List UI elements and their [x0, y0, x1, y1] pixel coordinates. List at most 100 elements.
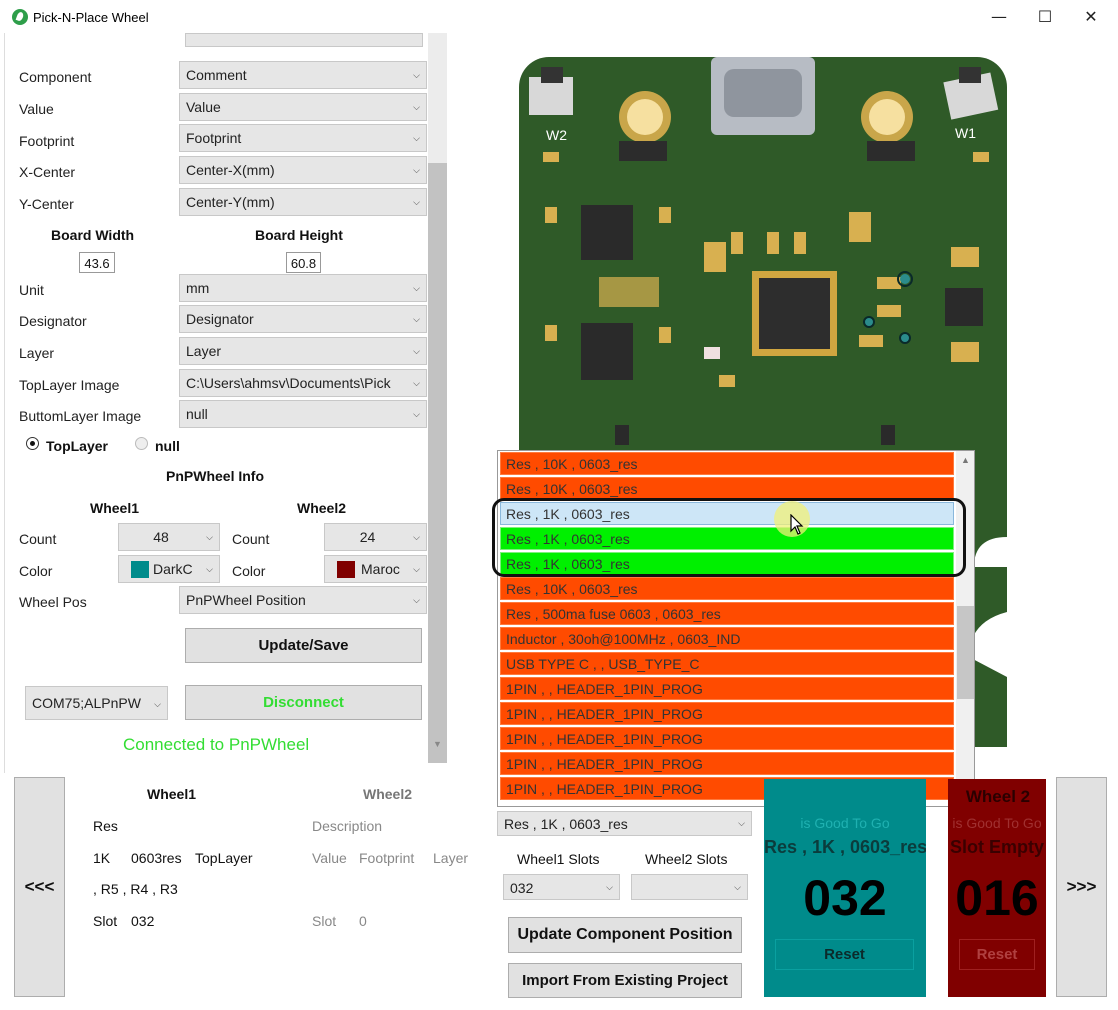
chevron-down-icon: ⌵ — [154, 699, 161, 709]
bottom-wheel2-heading: Wheel2 — [363, 786, 413, 802]
wheel2-count-value: 24 — [359, 529, 376, 545]
wheel2-color-select[interactable]: Maroc ⌵ — [324, 555, 427, 583]
settings-scrollbar[interactable]: ▼ — [428, 33, 447, 763]
wheel2-card-status: is Good To Go — [952, 815, 1042, 831]
wheel1-footprint: 0603res — [131, 850, 182, 866]
scrolled-combo[interactable] — [185, 33, 423, 47]
component — [867, 141, 915, 161]
test-point — [899, 332, 911, 344]
wheel1-count-select[interactable]: 48 ⌵ — [118, 523, 220, 551]
wheel-pos-select[interactable]: PnPWheel Position ⌵ — [179, 586, 427, 614]
list-item[interactable]: 1PIN , , HEADER_1PIN_PROG — [500, 727, 954, 750]
connection-status: Connected to PnPWheel — [123, 735, 310, 754]
wheel1-value: 1K — [93, 850, 111, 866]
wheel1-slots-select[interactable]: 032 ⌵ — [503, 874, 620, 900]
switch-knob — [541, 67, 563, 83]
board-width-input[interactable]: 43.6 — [79, 252, 115, 273]
wheel-pos-label: Wheel Pos — [19, 594, 87, 610]
chevron-down-icon: ⌵ — [413, 165, 420, 175]
scrollbar-thumb[interactable] — [957, 606, 974, 699]
wheel2-reset-button[interactable]: Reset — [959, 939, 1035, 970]
radio-toplayer[interactable] — [26, 437, 39, 450]
update-save-button[interactable]: Update/Save — [185, 628, 422, 663]
wheel2-count-select[interactable]: 24 ⌵ — [324, 523, 427, 551]
chevron-down-icon: ⌵ — [606, 882, 613, 892]
list-item[interactable]: 1PIN , , HEADER_1PIN_PROG — [500, 702, 954, 725]
chevron-down-icon: ⌵ — [413, 314, 420, 324]
ycenter-select[interactable]: Center-Y(mm) ⌵ — [179, 188, 427, 216]
designator-select[interactable]: Designator ⌵ — [179, 305, 427, 333]
chevron-down-icon: ⌵ — [413, 346, 420, 356]
layer-select[interactable]: Layer ⌵ — [179, 337, 427, 365]
list-item[interactable]: Inductor , 30oh@100MHz , 0603_IND — [500, 627, 954, 650]
value-select[interactable]: Value ⌵ — [179, 93, 427, 121]
wheel1-status-card: is Good To Go Res , 1K , 0603_res 032 Re… — [764, 779, 926, 997]
component-label: Component — [19, 69, 92, 85]
chevron-down-icon: ⌵ — [413, 595, 420, 605]
wheel1-slot-label: Slot — [93, 913, 118, 929]
com-port-select[interactable]: COM75;ALPnPW ⌵ — [25, 686, 168, 720]
xcenter-select-value: Center-X(mm) — [186, 162, 275, 178]
component — [973, 152, 989, 162]
designator-select-value: Designator — [186, 311, 254, 327]
chevron-down-icon: ⌵ — [413, 197, 420, 207]
ic-chip — [581, 323, 633, 380]
list-item[interactable]: 1PIN , , HEADER_1PIN_PROG — [500, 677, 954, 700]
component — [877, 305, 901, 317]
unit-select[interactable]: mm ⌵ — [179, 274, 427, 302]
component — [704, 347, 720, 359]
update-position-button[interactable]: Update Component Position — [508, 917, 742, 953]
ic-chip — [945, 288, 983, 326]
component — [659, 327, 671, 343]
wheel1-reset-button[interactable]: Reset — [775, 939, 914, 970]
xcenter-label: X-Center — [19, 164, 76, 180]
scrollbar-thumb[interactable] — [428, 163, 447, 763]
designator-label: Designator — [19, 313, 87, 329]
list-item[interactable]: USB TYPE C , , USB_TYPE_C — [500, 652, 954, 675]
radio-null[interactable] — [135, 437, 148, 450]
wheel2-color-label: Color — [232, 563, 266, 579]
selection-highlight — [492, 498, 966, 577]
pnp-info-heading: PnPWheel Info — [166, 468, 264, 484]
component-select-closed[interactable]: Res , 1K , 0603_res ⌵ — [497, 811, 752, 836]
chevron-down-icon: ⌵ — [413, 133, 420, 143]
xcenter-select[interactable]: Center-X(mm) ⌵ — [179, 156, 427, 184]
wheel1-color-value: DarkC — [153, 561, 193, 577]
mcu-chip — [759, 278, 830, 349]
wheel2-slots-label: Wheel2 Slots — [645, 851, 728, 867]
prev-button[interactable]: <<< — [14, 777, 65, 997]
chevron-down-icon: ⌵ — [413, 378, 420, 388]
scroll-down-icon[interactable]: ▼ — [433, 739, 442, 749]
disconnect-button[interactable]: Disconnect — [185, 685, 422, 720]
cursor-icon — [790, 514, 804, 535]
minimize-button[interactable]: — — [976, 0, 1022, 33]
maximize-button[interactable]: ☐ — [1022, 0, 1068, 33]
wheel1-count-value: 48 — [153, 529, 169, 545]
list-item[interactable]: Res , 10K , 0603_res — [500, 452, 954, 475]
list-item[interactable]: 1PIN , , HEADER_1PIN_PROG — [500, 752, 954, 775]
list-item[interactable]: Res , 10K , 0603_res — [500, 477, 954, 500]
next-button[interactable]: >>> — [1056, 777, 1107, 997]
close-button[interactable]: ✕ — [1068, 0, 1114, 33]
import-project-button[interactable]: Import From Existing Project — [508, 963, 742, 998]
wheel1-slots-label: Wheel1 Slots — [517, 851, 600, 867]
wheel2-description: Description — [312, 818, 383, 834]
wheel2-layer: Layer — [433, 850, 469, 866]
top-image-select-value: C:\Users\ahmsv\Documents\Pick — [186, 375, 391, 391]
bottom-image-select[interactable]: null ⌵ — [179, 400, 427, 428]
title-bar: Pick-N-Place Wheel — ☐ ✕ — [0, 0, 1118, 33]
chevron-down-icon: ⌵ — [413, 70, 420, 80]
wheel1-color-select[interactable]: DarkC ⌵ — [118, 555, 220, 583]
list-item[interactable]: Res , 500ma fuse 0603 , 0603_res — [500, 602, 954, 625]
layer-select-value: Layer — [186, 343, 222, 359]
component-select[interactable]: Comment ⌵ — [179, 61, 427, 89]
wheel2-slots-select[interactable]: ⌵ — [631, 874, 748, 900]
mounting-hole-inner — [869, 99, 905, 135]
board-height-input[interactable]: 60.8 — [286, 252, 321, 273]
top-image-select[interactable]: C:\Users\ahmsv\Documents\Pick ⌵ — [179, 369, 427, 397]
list-item[interactable]: Res , 10K , 0603_res — [500, 577, 954, 600]
footprint-select[interactable]: Footprint ⌵ — [179, 124, 427, 152]
bottom-image-label: ButtomLayer Image — [19, 408, 142, 424]
wheel-pos-value: PnPWheel Position — [186, 592, 306, 608]
scroll-up-icon[interactable]: ▲ — [961, 455, 970, 465]
